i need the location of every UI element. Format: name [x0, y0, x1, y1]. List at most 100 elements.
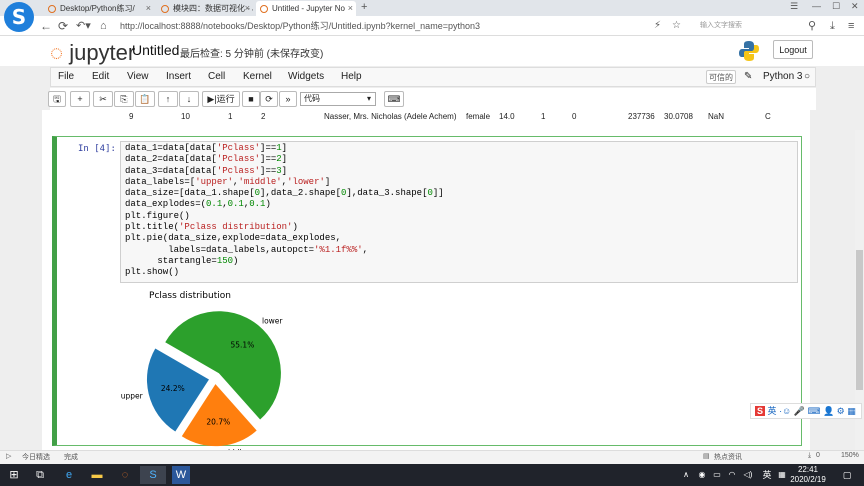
scrollbar-thumb[interactable]: [856, 250, 863, 390]
file-explorer-icon[interactable]: ▬: [88, 466, 106, 484]
move-down-button[interactable]: ↓: [179, 91, 199, 107]
jupyter-app-icon[interactable]: ◌: [116, 466, 134, 484]
cut-button[interactable]: ✂: [93, 91, 113, 107]
download-icon[interactable]: ⤓: [830, 17, 835, 35]
ime-mode-icon[interactable]: ▦: [776, 466, 788, 484]
tray-app-icon[interactable]: ◉: [696, 466, 708, 484]
run-icon: ▶|: [207, 94, 217, 104]
download-count: 0: [816, 452, 820, 459]
menu-bar: [50, 67, 816, 87]
status-featured[interactable]: 今日精选: [22, 452, 50, 462]
chevron-down-icon: ▾: [366, 94, 371, 103]
copy-button[interactable]: ⎘: [114, 91, 134, 107]
menu-edit[interactable]: Edit: [92, 71, 109, 82]
cell-type-select[interactable]: 代码 ▾: [300, 92, 376, 106]
undo-icon[interactable]: ↶▾: [76, 17, 91, 35]
edge-browser-icon[interactable]: e: [60, 466, 78, 484]
volume-icon[interactable]: ◁): [742, 466, 754, 484]
search-icon[interactable]: ⚲: [808, 17, 816, 35]
zoom-level[interactable]: 150%: [841, 452, 859, 459]
notifications-icon[interactable]: ▢: [840, 466, 854, 484]
status-hot-news[interactable]: 热点资讯: [714, 452, 742, 462]
tab-close-icon[interactable]: ×: [146, 1, 151, 16]
pie-percent-middle: 20.7%: [206, 417, 230, 426]
back-icon[interactable]: ←: [40, 17, 52, 35]
jupyter-logo[interactable]: ◌ jupyter: [50, 40, 135, 66]
refresh-icon[interactable]: ⟳: [58, 17, 68, 35]
logout-button[interactable]: Logout: [773, 40, 813, 59]
browser-tab[interactable]: Desktop/Python练习/×: [44, 1, 154, 16]
browser-logo-icon[interactable]: S: [4, 2, 34, 32]
task-view-icon[interactable]: ⧉: [32, 466, 48, 484]
menu-view[interactable]: View: [127, 71, 149, 82]
kernel-status-icon: ○: [804, 71, 811, 82]
minimize-icon[interactable]: —: [812, 1, 821, 11]
copy-icon: ⎘: [120, 94, 128, 104]
sogou-icon: S: [755, 406, 766, 416]
windows-start-icon[interactable]: ⊞: [6, 466, 22, 484]
restart-icon: ⟳: [265, 94, 273, 104]
stop-icon: ■: [248, 94, 254, 104]
menu-cell[interactable]: Cell: [208, 71, 225, 82]
news-icon[interactable]: ▤: [703, 452, 710, 460]
arrow-up-icon: ↑: [165, 94, 171, 104]
menu-kernel[interactable]: Kernel: [243, 71, 272, 82]
menu-help[interactable]: Help: [341, 71, 362, 82]
pie-percent-upper: 24.2%: [161, 384, 185, 393]
download-status-icon[interactable]: ⤓: [808, 452, 811, 460]
run-all-button[interactable]: »: [279, 91, 297, 107]
tray-network-icon[interactable]: ▭: [711, 466, 723, 484]
pie-chart: Pclass distribution upper24.2%middle20.7…: [121, 291, 284, 451]
notebook-name[interactable]: Untitled: [132, 42, 179, 58]
tray-up-icon[interactable]: ∧: [680, 466, 692, 484]
edit-pencil-icon[interactable]: ✎: [744, 71, 752, 82]
tab-favicon-icon: [260, 5, 268, 13]
restart-button[interactable]: ⟳: [260, 91, 278, 107]
code-text[interactable]: data_1=data[data['Pclass']==1] data_2=da…: [125, 143, 444, 279]
close-window-icon[interactable]: ✕: [851, 1, 859, 12]
menu-icon[interactable]: ☰: [790, 1, 798, 12]
interrupt-button[interactable]: ■: [242, 91, 260, 107]
tab-close-icon[interactable]: ×: [348, 1, 353, 16]
tab-favicon-icon: [161, 5, 169, 13]
browser-tab[interactable]: 模块四：数据可视化 - J ×: [157, 1, 253, 16]
insert-cell-button[interactable]: +: [70, 91, 90, 107]
run-button[interactable]: ▶|运行: [202, 91, 240, 107]
new-tab-button[interactable]: +: [361, 1, 367, 13]
keyboard-icon: ⌨: [387, 94, 401, 104]
pie-label-lower: lower: [262, 316, 283, 325]
table-row: 9 10 1 2 Nasser, Mrs. Nicholas (Adele Ac…: [129, 112, 771, 121]
ime-tools-icon: ·☺ 🎤 ⌨ 👤 ⚙ ▦: [779, 406, 856, 416]
command-palette-button[interactable]: ⌨: [384, 91, 404, 107]
url-input[interactable]: http://localhost:8888/notebooks/Desktop/…: [120, 17, 660, 35]
tab-close-icon[interactable]: ×: [245, 1, 250, 16]
home-icon[interactable]: ⌂: [100, 17, 107, 35]
bookmark-star-icon[interactable]: ☆: [672, 17, 681, 35]
menu-file[interactable]: File: [58, 71, 74, 82]
paste-button[interactable]: 📋: [135, 91, 155, 107]
paste-icon: 📋: [139, 94, 151, 104]
word-app-icon[interactable]: W: [172, 466, 190, 484]
taskbar-clock[interactable]: 22:41 2020/2/19: [788, 465, 828, 485]
maximize-icon[interactable]: ☐: [832, 1, 840, 12]
input-language[interactable]: 英: [760, 466, 774, 484]
more-icon[interactable]: ≡: [848, 17, 854, 35]
browser-tab-active[interactable]: Untitled - Jupyter No ×: [256, 1, 356, 16]
wifi-icon[interactable]: ◠: [726, 466, 738, 484]
python-logo-icon: [739, 41, 759, 61]
save-button[interactable]: 🖫: [48, 91, 66, 107]
trusted-badge[interactable]: 可信的: [706, 70, 736, 84]
menu-insert[interactable]: Insert: [166, 71, 191, 82]
browser-search-input[interactable]: 输入文字搜索: [700, 19, 810, 33]
move-up-button[interactable]: ↑: [158, 91, 178, 107]
sogou-browser-taskbar-icon[interactable]: S: [140, 466, 166, 484]
kernel-indicator: Python 3: [763, 71, 803, 82]
arrow-down-icon: ↓: [186, 94, 192, 104]
status-loaded: 完成: [64, 454, 78, 461]
share-icon[interactable]: ⚡: [654, 17, 661, 35]
save-icon: 🖫: [53, 94, 61, 104]
ime-toolbar[interactable]: S 英 ·☺ 🎤 ⌨ 👤 ⚙ ▦: [750, 403, 862, 419]
menu-widgets[interactable]: Widgets: [288, 71, 324, 82]
expand-icon[interactable]: ▷: [6, 452, 11, 460]
scissors-icon: ✂: [99, 94, 107, 104]
